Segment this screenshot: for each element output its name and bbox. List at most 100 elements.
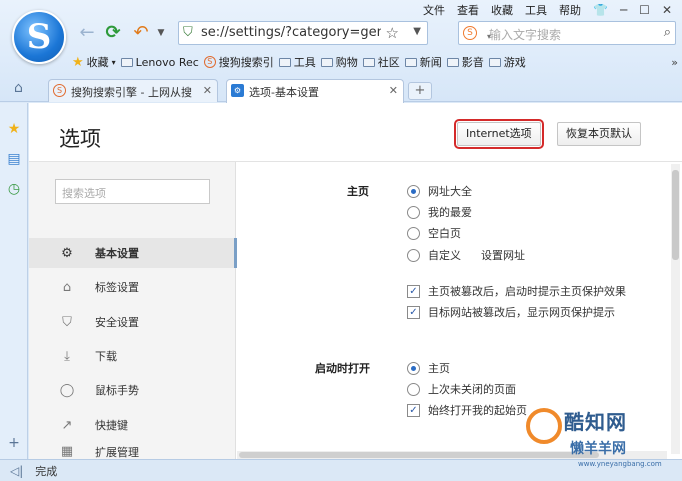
radio[interactable] bbox=[407, 248, 420, 262]
new-tab-button[interactable]: + bbox=[408, 82, 432, 100]
bookmark-news[interactable]: 新闻 bbox=[404, 54, 442, 70]
favorite-star-icon[interactable]: ☆ bbox=[386, 24, 399, 42]
bookmark-tools[interactable]: 工具 bbox=[278, 54, 316, 70]
sidebar-item-tabs[interactable]: ⌂ 标签设置 bbox=[29, 272, 236, 302]
tab-close-icon[interactable]: ✕ bbox=[389, 84, 398, 97]
undo-dropdown-icon[interactable]: ▼ bbox=[150, 23, 172, 43]
history-clock-icon[interactable]: ◷ bbox=[6, 181, 22, 197]
set-url-link[interactable]: 设置网址 bbox=[481, 247, 525, 263]
homepage-option-nav[interactable]: 网址大全 bbox=[407, 182, 472, 200]
scroll-thumb[interactable] bbox=[672, 170, 679, 260]
homepage-option-blank[interactable]: 空白页 bbox=[407, 224, 461, 242]
refresh-icon[interactable]: ⟳ bbox=[102, 23, 124, 43]
bookmark-label: 社区 bbox=[377, 56, 400, 69]
radio-selected[interactable] bbox=[407, 361, 420, 375]
watermark-title: 酷知网 bbox=[564, 410, 627, 434]
menu-help[interactable]: 帮助 bbox=[559, 2, 581, 18]
sidebar-item-extensions[interactable]: ▦ 扩展管理 bbox=[29, 444, 236, 459]
bookmark-lenovo[interactable]: Lenovo Rec bbox=[120, 56, 199, 69]
folder-icon bbox=[320, 57, 333, 67]
radio[interactable] bbox=[407, 382, 420, 396]
menu-view[interactable]: 查看 bbox=[457, 2, 479, 18]
mouse-icon: ◯ bbox=[59, 382, 75, 398]
radio[interactable] bbox=[407, 226, 420, 240]
site-protect-check[interactable]: ✓ 目标网站被篡改后，显示网页保护提示 bbox=[407, 303, 615, 321]
bookmarks-more-button[interactable]: » bbox=[671, 56, 678, 69]
home-icon[interactable]: ⌂ bbox=[14, 80, 23, 96]
option-label: 主页 bbox=[428, 362, 450, 375]
folder-icon bbox=[120, 57, 133, 67]
search-engine-icon[interactable]: S bbox=[463, 26, 477, 40]
search-icon[interactable]: ⌕ bbox=[664, 25, 671, 40]
tab-settings[interactable]: ⚙ 选项-基本设置 ✕ bbox=[226, 79, 404, 103]
radio[interactable] bbox=[407, 205, 420, 219]
favorites-star-icon[interactable]: ★ bbox=[6, 121, 22, 137]
option-label: 主页被篡改后，启动时提示主页保护效果 bbox=[428, 285, 626, 298]
menu-favorites[interactable]: 收藏 bbox=[491, 2, 513, 18]
bookmark-shopping[interactable]: 购物 bbox=[320, 54, 358, 70]
restore-default-button[interactable]: 恢复本页默认 bbox=[557, 122, 641, 146]
settings-gear-icon: ⚙ bbox=[231, 84, 244, 97]
homepage-protect-check[interactable]: ✓ 主页被篡改后，启动时提示主页保护效果 bbox=[407, 282, 626, 300]
add-panel-icon[interactable]: + bbox=[6, 435, 22, 451]
reader-icon[interactable]: ▤ bbox=[6, 151, 22, 167]
sidebar-toggle-icon[interactable]: ◁| bbox=[10, 464, 23, 478]
folder-icon bbox=[362, 57, 375, 67]
bookmark-label: 购物 bbox=[335, 56, 358, 69]
address-url[interactable]: se://settings/?category=gen bbox=[201, 25, 381, 40]
address-bar[interactable]: ⛉ se://settings/?category=gen ☆ ▼ bbox=[178, 21, 428, 45]
bookmark-games[interactable]: 游戏 bbox=[488, 54, 526, 70]
star-icon: ★ bbox=[72, 54, 84, 70]
sidebar-item-shortcuts[interactable]: ↗ 快捷键 bbox=[29, 410, 236, 440]
radio-selected[interactable] bbox=[407, 184, 420, 198]
search-input[interactable]: 输入文字搜索 bbox=[489, 26, 561, 43]
option-label: 我的最爱 bbox=[428, 206, 472, 219]
watermark-circle-icon bbox=[526, 408, 562, 444]
bookmark-sogou[interactable]: S 搜狗搜索引 bbox=[203, 54, 274, 70]
search-box[interactable]: S ▾ 输入文字搜索 ⌕ bbox=[458, 21, 676, 45]
sidebar-item-download[interactable]: ⤓ 下载 bbox=[29, 341, 236, 371]
checkbox-checked[interactable]: ✓ bbox=[407, 305, 420, 319]
folder-icon bbox=[488, 57, 501, 67]
browser-logo-icon[interactable]: S bbox=[12, 10, 66, 64]
bookmark-favorites[interactable]: ★ 收藏 ▾ bbox=[72, 54, 116, 70]
minimize-button[interactable]: ─ bbox=[620, 3, 627, 17]
startup-option-home[interactable]: 主页 bbox=[407, 359, 450, 377]
menu-file[interactable]: 文件 bbox=[423, 2, 445, 18]
startup-always-check[interactable]: ✓ 始终打开我的起始页 bbox=[407, 401, 527, 419]
address-dropdown-icon[interactable]: ▼ bbox=[413, 26, 421, 37]
sidebar-item-security[interactable]: ⛉ 安全设置 bbox=[29, 307, 236, 337]
shield-icon: ⛉ bbox=[62, 314, 72, 330]
homepage-option-favorite[interactable]: 我的最爱 bbox=[407, 203, 472, 221]
back-arrow-icon[interactable]: ← bbox=[76, 23, 98, 43]
homepage-option-custom[interactable]: 自定义 设置网址 bbox=[407, 246, 525, 264]
sidebar-item-mouse-gesture[interactable]: ◯ 鼠标手势 bbox=[29, 375, 236, 405]
bookmark-media[interactable]: 影音 bbox=[446, 54, 484, 70]
sidebar-item-label: 基本设置 bbox=[95, 247, 139, 260]
sidebar-item-label: 安全设置 bbox=[95, 316, 139, 329]
folder-icon bbox=[404, 57, 417, 67]
internet-options-button[interactable]: Internet选项 bbox=[454, 119, 544, 149]
bookmark-community[interactable]: 社区 bbox=[362, 54, 400, 70]
startup-option-last[interactable]: 上次未关闭的页面 bbox=[407, 380, 516, 398]
close-button[interactable]: ✕ bbox=[662, 3, 672, 17]
navigation-row: ← ⟳ ↶ ▼ ⛉ se://settings/?category=gen ☆ … bbox=[72, 20, 678, 46]
skin-icon[interactable]: 👕 bbox=[593, 3, 608, 17]
settings-sidebar: 搜索选项 ⚙ 基本设置 ⌂ 标签设置 ⛉ 安全设置 ⤓ 下载 ◯ 鼠标手势 ↗ 快捷键 ▦ 扩… bbox=[29, 162, 237, 459]
options-search-input[interactable]: 搜索选项 bbox=[55, 179, 210, 204]
tab-label: 选项-基本设置 bbox=[249, 86, 319, 99]
checkbox-checked[interactable]: ✓ bbox=[407, 403, 420, 417]
security-shield-icon: ⛉ bbox=[183, 25, 193, 40]
menu-tools[interactable]: 工具 bbox=[525, 2, 547, 18]
maximize-button[interactable]: ☐ bbox=[639, 3, 650, 17]
option-label: 上次未关闭的页面 bbox=[428, 383, 516, 396]
homepage-section-label: 主页 bbox=[347, 185, 369, 198]
tab-close-icon[interactable]: ✕ bbox=[203, 84, 212, 97]
bookmark-label: 游戏 bbox=[503, 56, 526, 69]
shortcut-arrow-icon: ↗ bbox=[61, 417, 73, 433]
checkbox-checked[interactable]: ✓ bbox=[407, 284, 420, 298]
tab-sogou[interactable]: S 搜狗搜索引擎 - 上网从搜 ✕ bbox=[48, 79, 218, 102]
status-text: 完成 bbox=[35, 464, 58, 478]
undo-icon[interactable]: ↶ bbox=[130, 23, 152, 43]
sidebar-item-basic[interactable]: ⚙ 基本设置 bbox=[29, 238, 237, 268]
